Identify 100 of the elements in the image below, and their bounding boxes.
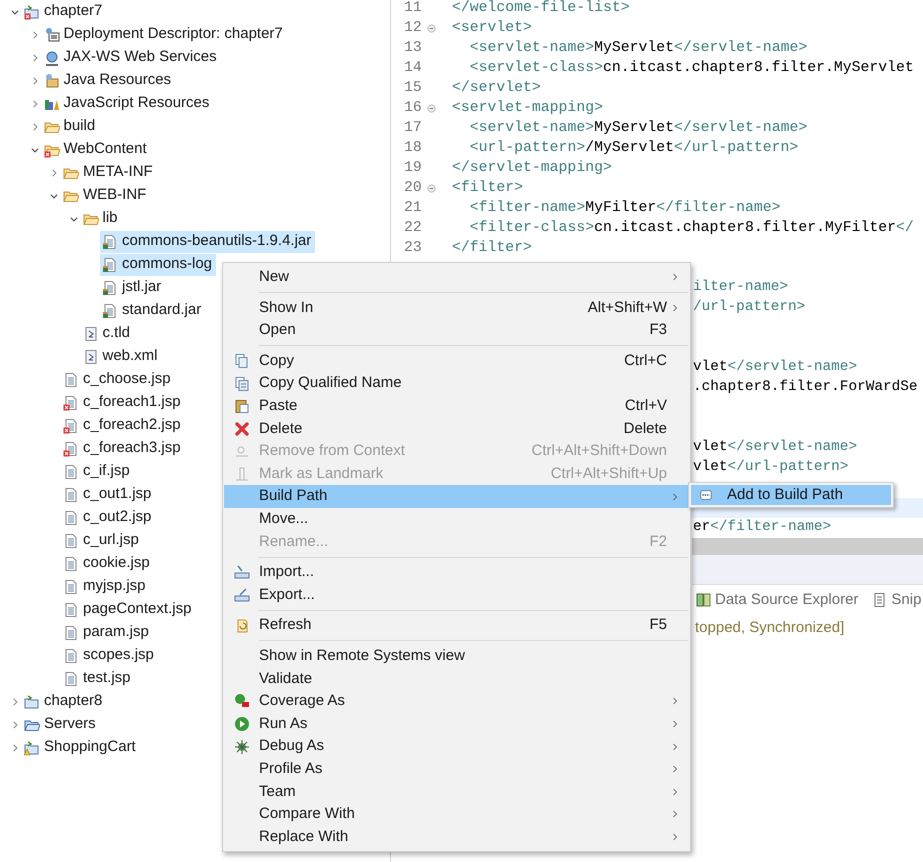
tree-item[interactable]: test.jsp xyxy=(61,668,135,690)
tree-item[interactable]: cookie.jsp xyxy=(61,552,154,574)
code-line: <filter-name>MyFilter</filter-name> xyxy=(468,198,781,218)
menu-item[interactable]: Move... xyxy=(224,508,689,531)
line-number: 21 xyxy=(403,198,423,218)
line-number: 22 xyxy=(403,218,423,238)
file-icon xyxy=(63,556,79,572)
tree-item[interactable]: c_choose.jsp xyxy=(61,368,175,390)
coverage-icon xyxy=(234,693,250,710)
tree-item[interactable]: jstl.jar xyxy=(100,276,166,298)
tree-item[interactable]: chapter7 xyxy=(22,0,106,22)
tree-item[interactable]: web.xml xyxy=(80,346,162,368)
file-icon xyxy=(63,578,79,594)
menu-item[interactable]: Copy Ctrl+C xyxy=(224,350,689,372)
code-line: <url-pattern>/MyServlet</url-pattern> xyxy=(468,138,798,158)
menu-item[interactable]: New xyxy=(224,266,689,289)
menu-item[interactable]: Copy Qualified Name xyxy=(224,372,689,395)
project-icon xyxy=(24,740,40,756)
clipboard-icon xyxy=(234,398,250,414)
file-icon xyxy=(63,602,79,618)
menu-item[interactable]: Team xyxy=(224,780,689,804)
tree-item[interactable]: c_foreach2.jsp xyxy=(61,414,185,436)
tree-item[interactable]: lib xyxy=(80,208,122,230)
file-icon xyxy=(63,624,79,640)
menu-item[interactable]: Add to Build Path xyxy=(691,485,891,505)
tree-item[interactable]: c.tld xyxy=(80,322,134,344)
tree-item[interactable]: Servers xyxy=(22,714,100,736)
panel-tab[interactable]: Snip xyxy=(872,588,922,612)
tree-item[interactable]: c_url.jsp xyxy=(61,530,143,552)
code-line: <servlet-name>MyServlet</servlet-name> xyxy=(468,118,808,138)
project-icon xyxy=(24,4,40,20)
tree-item[interactable]: c_foreach1.jsp xyxy=(61,392,185,414)
tree-item[interactable]: ShoppingCart xyxy=(22,736,140,758)
export-icon xyxy=(234,587,250,604)
tree-item[interactable]: standard.jar xyxy=(100,300,206,322)
tree-item[interactable]: c_out1.jsp xyxy=(61,484,156,506)
run-icon xyxy=(234,716,250,732)
tree-item[interactable]: chapter8 xyxy=(22,690,106,712)
tree-item[interactable]: Java Resources xyxy=(42,70,176,92)
tree-item[interactable]: JAX-WS Web Services xyxy=(42,46,221,68)
horizontal-scrollbar[interactable] xyxy=(692,538,923,555)
line-number: 12 xyxy=(403,18,423,38)
tree-item[interactable]: pageContext.jsp xyxy=(61,598,196,620)
file-icon xyxy=(63,372,79,388)
tree-item[interactable]: c_out2.jsp xyxy=(61,506,156,528)
menu-item[interactable]: Show in Remote Systems view xyxy=(224,644,689,668)
menu-item[interactable]: Coverage As xyxy=(224,690,689,713)
code-line: ilter-name> xyxy=(693,278,788,298)
fold-icon[interactable] xyxy=(427,104,436,112)
tree-item[interactable]: commons-beanutils-1.9.4.jar xyxy=(100,230,316,252)
line-number: 23 xyxy=(403,238,423,258)
fold-icon[interactable] xyxy=(427,24,436,32)
menu-item[interactable]: Run As xyxy=(224,712,689,736)
file-icon xyxy=(63,648,79,664)
globe-icon xyxy=(44,50,60,66)
menu-item[interactable]: Refresh F5 xyxy=(224,614,689,637)
tree-item[interactable]: myjsp.jsp xyxy=(61,576,150,598)
tree-item[interactable]: build xyxy=(42,116,100,138)
tree-item[interactable]: WebContent xyxy=(42,138,151,160)
code-line: <servlet-mapping> xyxy=(452,98,603,118)
file-icon xyxy=(63,440,79,456)
jar-file-icon xyxy=(102,256,118,272)
code-line: </filter> xyxy=(452,238,532,258)
menu-item[interactable]: Import... xyxy=(224,561,689,584)
tree-item[interactable]: scopes.jsp xyxy=(61,644,158,666)
fold-icon[interactable] xyxy=(427,184,436,192)
shortcut-text: F3 xyxy=(649,320,667,340)
tree-item[interactable]: META-INF xyxy=(61,162,157,184)
project-icon xyxy=(24,694,40,710)
bug-icon xyxy=(234,738,250,755)
code-line: vlet</url-pattern> xyxy=(693,458,848,478)
tree-item[interactable]: c_if.jsp xyxy=(61,460,134,482)
descriptor-icon xyxy=(44,26,60,42)
tree-item[interactable]: param.jsp xyxy=(61,622,153,644)
menu-item[interactable]: Replace With xyxy=(224,826,689,848)
tree-item[interactable]: c_foreach3.jsp xyxy=(61,438,185,460)
shortcut-text: Ctrl+C xyxy=(624,350,667,371)
shortcut-text: F5 xyxy=(649,615,667,636)
menu-item[interactable]: Compare With xyxy=(224,803,689,826)
menu-item[interactable]: Delete Delete xyxy=(224,418,689,440)
line-number: 15 xyxy=(403,78,423,98)
menu-item[interactable]: Profile As xyxy=(224,758,689,780)
menu-item[interactable]: Show In Alt+Shift+W xyxy=(224,296,689,320)
import-icon xyxy=(234,564,250,580)
shortcut-text: Delete xyxy=(624,418,667,439)
code-line: </servlet> xyxy=(452,78,541,98)
tree-item[interactable]: Deployment Descriptor: chapter7 xyxy=(42,24,287,46)
tree-item[interactable]: JavaScript Resources xyxy=(42,92,214,114)
menu-item[interactable]: Paste Ctrl+V xyxy=(224,394,689,418)
menu-item[interactable]: Open F3 xyxy=(224,319,689,342)
code-line: vlet</servlet-name> xyxy=(693,438,858,458)
tree-item[interactable]: commons-log xyxy=(100,254,216,276)
menu-item[interactable]: Build Path xyxy=(224,485,689,508)
menu-item[interactable]: Debug As xyxy=(224,735,689,758)
tree-item[interactable]: WEB-INF xyxy=(61,184,150,206)
menu-item[interactable]: Validate xyxy=(224,668,689,690)
panel-tab[interactable]: Data Source Explorer xyxy=(696,588,858,612)
code-line: </welcome-file-list> xyxy=(452,0,630,18)
jar-file-icon xyxy=(102,280,118,296)
menu-item[interactable]: Export... xyxy=(224,584,689,606)
